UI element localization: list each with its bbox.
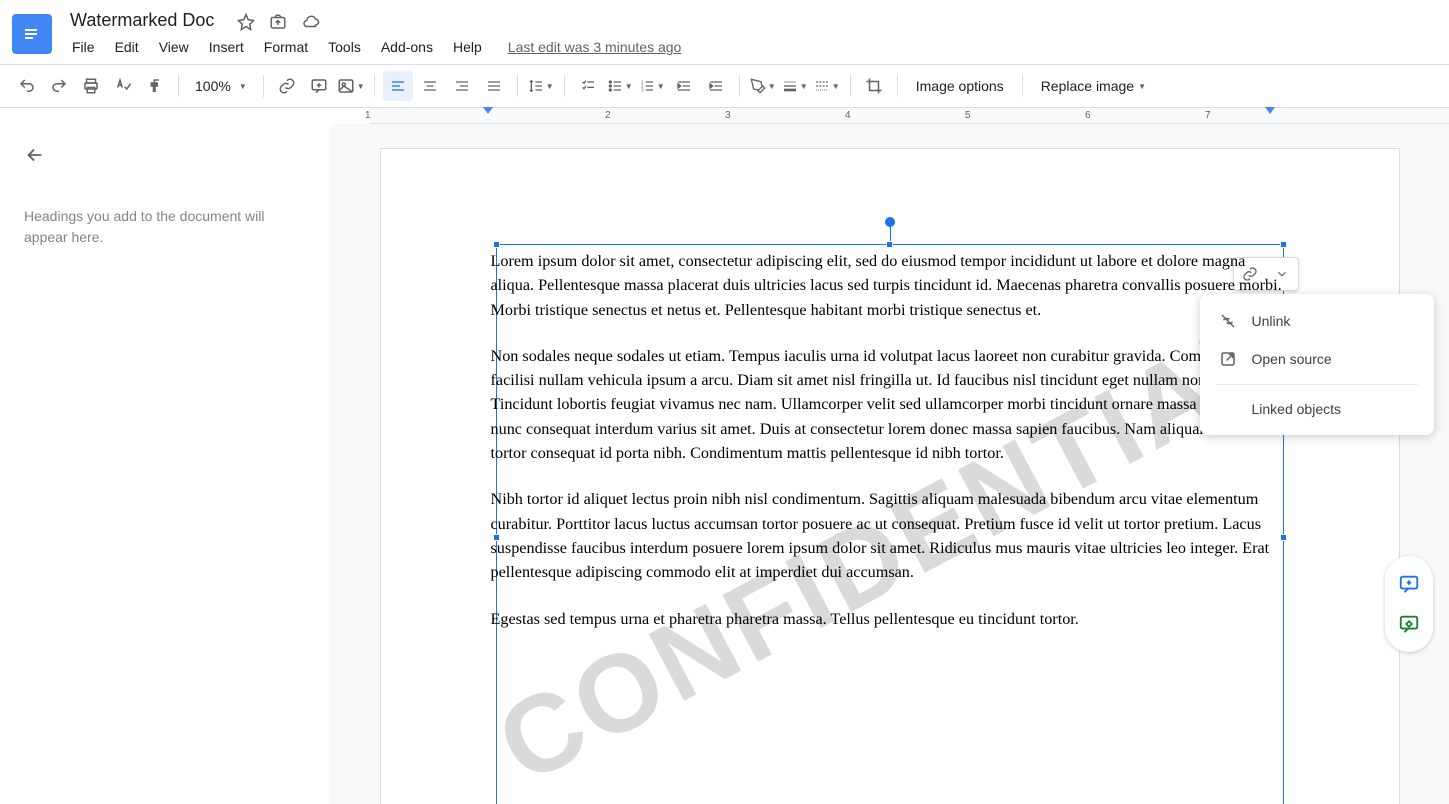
outline-panel: Headings you add to the document will ap… (0, 124, 330, 804)
link-context-menu: Unlink Open source Linked objects (1200, 294, 1434, 435)
rotate-handle[interactable] (885, 217, 895, 227)
resize-handle-nw[interactable] (493, 241, 500, 248)
move-icon[interactable] (269, 13, 287, 31)
ruler-tick: 5 (965, 110, 971, 121)
border-dash-button[interactable]: ▼ (812, 71, 842, 101)
print-button[interactable] (76, 71, 106, 101)
align-justify-button[interactable] (479, 71, 509, 101)
menu-tools[interactable]: Tools (320, 35, 369, 59)
ruler-tick: 2 (605, 110, 611, 121)
document-body[interactable]: Lorem ipsum dolor sit amet, consectetur … (491, 249, 1289, 631)
menu-bar: File Edit View Insert Format Tools Add-o… (64, 35, 1437, 59)
decrease-indent-button[interactable] (669, 71, 699, 101)
replace-image-button[interactable]: Replace image▼ (1031, 78, 1156, 94)
menu-separator (1216, 384, 1418, 385)
right-indent-marker[interactable] (1265, 107, 1275, 114)
menu-edit[interactable]: Edit (107, 35, 147, 59)
paragraph[interactable]: Non sodales neque sodales ut etiam. Temp… (491, 344, 1289, 465)
resize-handle-n[interactable] (886, 241, 893, 248)
left-indent-marker[interactable] (483, 107, 493, 114)
doc-title[interactable]: Watermarked Doc (64, 8, 220, 33)
menu-linked-objects[interactable]: Linked objects (1200, 391, 1434, 427)
numbered-list-button[interactable]: 123▼ (637, 71, 667, 101)
main: Headings you add to the document will ap… (0, 124, 1449, 804)
undo-button[interactable] (12, 71, 42, 101)
star-icon[interactable] (237, 13, 255, 31)
suggest-edits-button[interactable] (1389, 604, 1429, 644)
page[interactable]: CONFIDENTIAL Lorem ipsum dolor sit amet,… (380, 148, 1400, 804)
resize-handle-ne[interactable] (1280, 241, 1287, 248)
line-spacing-button[interactable]: ▼ (526, 71, 556, 101)
crop-button[interactable] (859, 71, 889, 101)
bullet-list-button[interactable]: ▼ (605, 71, 635, 101)
ruler-tick: 1 (365, 110, 371, 121)
svg-text:3: 3 (641, 87, 644, 92)
paint-format-button[interactable] (140, 71, 170, 101)
add-comment-button[interactable] (1389, 564, 1429, 604)
outline-hint: Headings you add to the document will ap… (24, 206, 306, 248)
border-color-button[interactable]: ▼ (748, 71, 778, 101)
outline-collapse-button[interactable] (24, 144, 306, 166)
side-action-buttons (1385, 556, 1433, 652)
menu-open-source[interactable]: Open source (1200, 340, 1434, 378)
canvas[interactable]: CONFIDENTIAL Lorem ipsum dolor sit amet,… (330, 124, 1449, 804)
toolbar: 100%▼ ▼ ▼ ▼ 123▼ ▼ ▼ ▼ Image options Rep… (0, 64, 1449, 108)
menu-addons[interactable]: Add-ons (373, 35, 441, 59)
menu-label: Unlink (1252, 313, 1291, 329)
ruler[interactable]: 1 2 3 4 5 6 7 (370, 108, 1449, 124)
ruler-tick: 4 (845, 110, 851, 121)
menu-format[interactable]: Format (256, 35, 316, 59)
menu-file[interactable]: File (64, 35, 103, 59)
last-edit-link[interactable]: Last edit was 3 minutes ago (508, 39, 682, 55)
align-right-button[interactable] (447, 71, 477, 101)
cloud-icon[interactable] (301, 13, 321, 31)
menu-insert[interactable]: Insert (201, 35, 252, 59)
menu-unlink[interactable]: Unlink (1200, 302, 1434, 340)
header: Watermarked Doc File Edit View Insert Fo… (0, 0, 1449, 64)
insert-link-button[interactable] (272, 71, 302, 101)
menu-view[interactable]: View (151, 35, 197, 59)
ruler-tick: 3 (725, 110, 731, 121)
paragraph[interactable]: Lorem ipsum dolor sit amet, consectetur … (491, 249, 1289, 322)
zoom-select[interactable]: 100%▼ (187, 78, 255, 94)
menu-help[interactable]: Help (445, 35, 490, 59)
title-area: Watermarked Doc File Edit View Insert Fo… (64, 8, 1437, 59)
menu-label: Linked objects (1252, 401, 1342, 417)
docs-logo[interactable] (12, 14, 52, 54)
menu-label: Open source (1252, 351, 1332, 367)
paragraph[interactable]: Egestas sed tempus urna et pharetra phar… (491, 607, 1289, 631)
checklist-button[interactable] (573, 71, 603, 101)
paragraph[interactable]: Nibh tortor id aliquet lectus proin nibh… (491, 487, 1289, 584)
ruler-tick: 7 (1205, 110, 1211, 121)
open-external-icon (1218, 350, 1238, 368)
border-weight-button[interactable]: ▼ (780, 71, 810, 101)
ruler-tick: 6 (1085, 110, 1091, 121)
spellcheck-button[interactable] (108, 71, 138, 101)
increase-indent-button[interactable] (701, 71, 731, 101)
insert-image-button[interactable]: ▼ (336, 71, 366, 101)
image-options-button[interactable]: Image options (906, 78, 1014, 94)
redo-button[interactable] (44, 71, 74, 101)
unlink-icon (1218, 312, 1238, 330)
insert-comment-button[interactable] (304, 71, 334, 101)
align-left-button[interactable] (383, 71, 413, 101)
align-center-button[interactable] (415, 71, 445, 101)
